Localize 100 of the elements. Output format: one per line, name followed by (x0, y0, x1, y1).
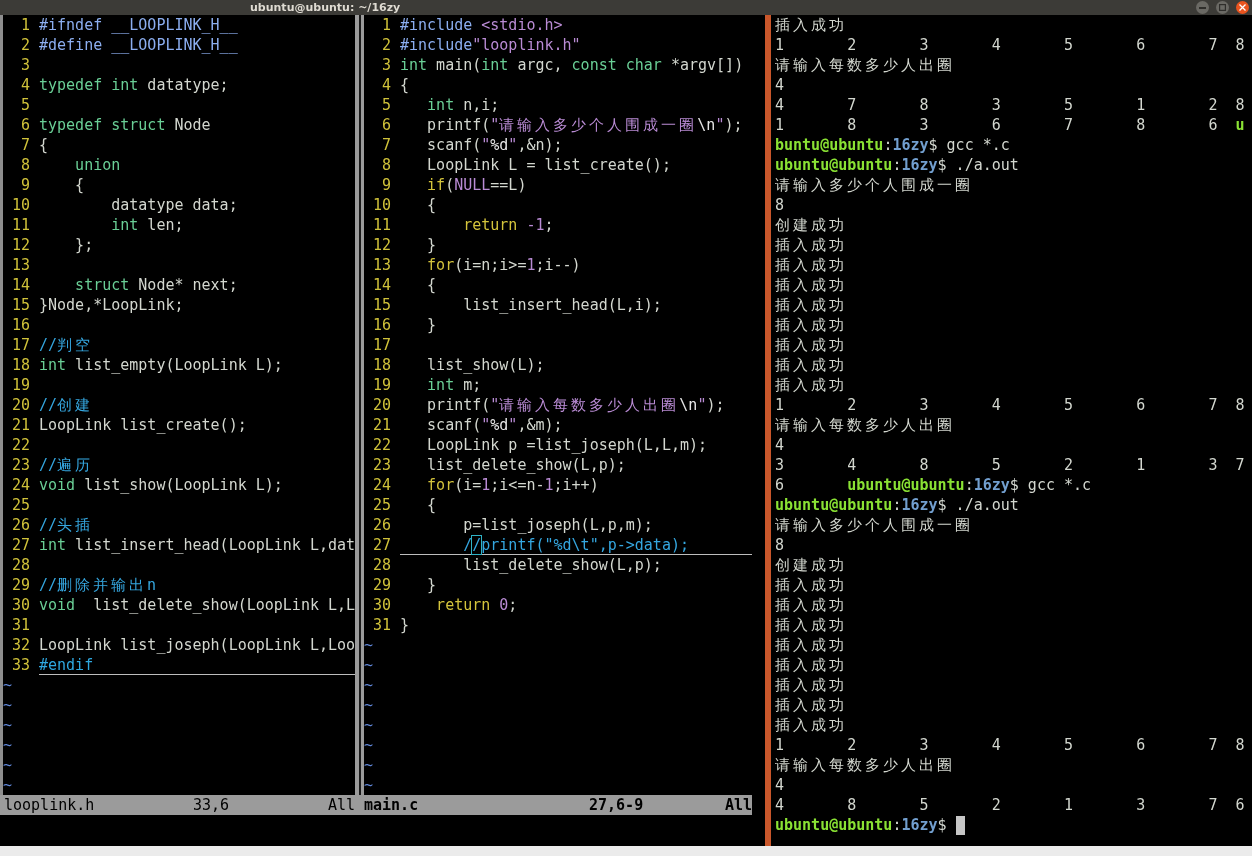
line-number: 1 (20, 15, 30, 35)
code-line: printf("请输入每数多少人出圈\n"); (427, 395, 725, 415)
line-number: 23 (11, 455, 30, 475)
terminal-line: 插入成功 (775, 295, 847, 315)
terminal-line: 插入成功 (775, 15, 847, 35)
terminal-line: 创建成功 (775, 215, 847, 235)
maximize-icon (1219, 4, 1226, 11)
line-number: 31 (372, 615, 391, 635)
terminal-line: 创建成功 (775, 555, 847, 575)
terminal-line: buntu@ubuntu:16zy$ gcc *.c (775, 135, 1010, 155)
terminal-line: 插入成功 (775, 595, 847, 615)
line-number: 26 (372, 515, 391, 535)
line-number: 30 (372, 595, 391, 615)
code-line: //遍历 (39, 455, 94, 475)
line-number: 27 (11, 535, 30, 555)
line-number: 17 (11, 335, 30, 355)
terminal-line: 插入成功 (775, 715, 847, 735)
code-line: LoopLink p =list_joseph(L,L,m); (427, 435, 708, 455)
code-line: void list_show(LoopLink L); (39, 475, 283, 495)
code-line: } (427, 575, 437, 595)
line-number: 16 (372, 315, 391, 335)
empty-line-marker: ~ (364, 695, 374, 715)
file-name: looplink.h (4, 795, 95, 815)
line-number: 25 (11, 495, 30, 515)
empty-line-marker: ~ (3, 735, 13, 755)
line-number: 8 (20, 155, 30, 175)
code-line: #include <stdio.h> (400, 15, 563, 35)
terminal-line: 3 4 8 5 2 1 3 7 (775, 455, 1245, 475)
empty-line-marker: ~ (3, 695, 13, 715)
code-line: list_delete_show(L,p); (427, 455, 626, 475)
line-number: 21 (372, 415, 391, 435)
line-number: 24 (372, 475, 391, 495)
minimize-button[interactable] (1196, 1, 1209, 14)
line-number: 6 (381, 115, 391, 135)
code-line: struct Node* next; (75, 275, 238, 295)
code-line: int list_insert_head(LoopLink L,dat (39, 535, 355, 555)
cursor-position: 27,6-9 (589, 795, 644, 815)
code-line: { (427, 275, 437, 295)
empty-line-marker: ~ (3, 775, 13, 795)
code-line: } (400, 615, 410, 635)
line-number: 19 (11, 375, 30, 395)
line-number: 26 (11, 515, 30, 535)
code-line: int m; (427, 375, 482, 395)
empty-line-marker: ~ (364, 775, 374, 795)
terminal-line: 请输入多少个人围成一圈 (775, 515, 973, 535)
line-number: 9 (381, 175, 391, 195)
code-line: if(NULL==L) (427, 175, 527, 195)
terminal-line: 6 ubuntu@ubuntu:16zy$ gcc *.c (775, 475, 1092, 495)
line-number: 2 (381, 35, 391, 55)
terminal-line: 插入成功 (775, 315, 847, 335)
code-line: { (400, 75, 410, 95)
scroll-indicator: All (724, 795, 752, 815)
close-button[interactable] (1236, 1, 1249, 14)
scroll-indicator: All (327, 795, 355, 815)
code-line: list_insert_head(L,i); (463, 295, 662, 315)
maximize-button[interactable] (1216, 1, 1229, 14)
close-icon (1239, 4, 1246, 11)
line-number: 12 (372, 235, 391, 255)
terminal-line: 1 2 3 4 5 6 7 8 (775, 735, 1245, 755)
code-line: int main(int argc, const char *argv[]) (400, 55, 744, 75)
code-line: list_delete_show(L,p); (463, 555, 662, 575)
line-number: 3 (381, 55, 391, 75)
line-number: 10 (372, 195, 391, 215)
code-line: return -1; (463, 215, 554, 235)
empty-line-marker: ~ (3, 675, 13, 695)
line-number: 29 (11, 575, 30, 595)
line-number: 12 (11, 235, 30, 255)
terminal-line: 插入成功 (775, 655, 847, 675)
terminal-line: 4 (775, 435, 785, 455)
line-number: 29 (372, 575, 391, 595)
line-number: 27 (372, 535, 391, 555)
code-line: }Node,*LoopLink; (39, 295, 184, 315)
line-number: 25 (372, 495, 391, 515)
line-number: 20 (11, 395, 30, 415)
terminal-line: 插入成功 (775, 615, 847, 635)
line-number: 28 (372, 555, 391, 575)
empty-line-marker: ~ (364, 715, 374, 735)
code-line: #include"looplink.h" (400, 35, 581, 55)
line-number: 32 (11, 635, 30, 655)
line-number: 21 (11, 415, 30, 435)
code-line: //printf("%d\t",p->data); (463, 535, 689, 554)
code-line: #define __LOOPLINK_H__ (39, 35, 238, 55)
code-line: scanf("%d",&m); (427, 415, 563, 435)
terminal-line: 请输入每数多少人出圈 (775, 755, 955, 775)
line-number: 18 (372, 355, 391, 375)
code-line: for(i=n;i>=1;i--) (427, 255, 581, 275)
code-line: #ifndef __LOOPLINK_H__ (39, 15, 238, 35)
code-line: LoopLink list_joseph(LoopLink L,Loo (39, 635, 355, 655)
code-line: return 0; (436, 595, 518, 615)
window-title: ubuntu@ubuntu: ~/16zy (250, 1, 401, 14)
terminal-line: 插入成功 (775, 635, 847, 655)
code-line: { (75, 175, 85, 195)
code-line: //判空 (39, 335, 94, 355)
empty-line-marker: ~ (364, 755, 374, 775)
line-number: 33 (11, 655, 30, 675)
code-line: typedef struct Node (39, 115, 211, 135)
code-line: union (75, 155, 121, 175)
code-line: int len; (111, 215, 184, 235)
code-line: LoopLink L = list_create(); (427, 155, 671, 175)
line-number: 5 (381, 95, 391, 115)
